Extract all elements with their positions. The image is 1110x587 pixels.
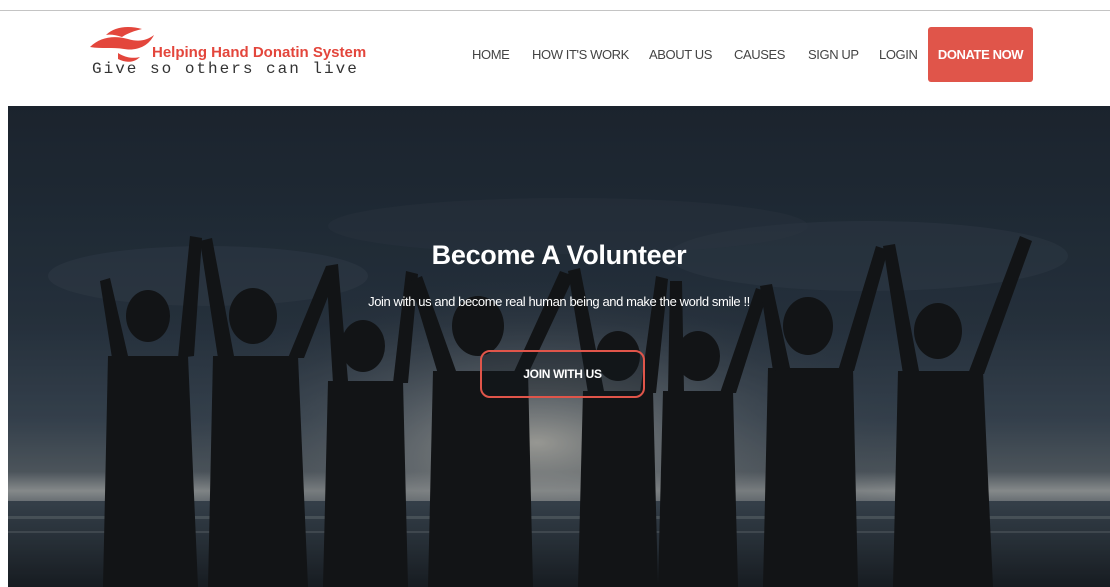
hero-subtitle: Join with us and become real human being… [368, 294, 750, 309]
nav-home[interactable]: HOME [472, 47, 510, 62]
nav-about-us[interactable]: ABOUT US [649, 47, 712, 62]
nav-login[interactable]: LOGIN [879, 47, 918, 62]
nav-causes[interactable]: CAUSES [734, 47, 785, 62]
nav-sign-up[interactable]: SIGN UP [808, 47, 859, 62]
main-nav: HOME HOW IT'S WORK ABOUT US CAUSES SIGN … [0, 11, 1110, 106]
donate-now-button[interactable]: DONATE NOW [928, 27, 1033, 82]
hero-title: Become A Volunteer [431, 240, 687, 270]
navbar: Helping Hand Donatin System Give so othe… [0, 11, 1110, 106]
nav-how-its-work[interactable]: HOW IT'S WORK [532, 47, 629, 62]
join-with-us-button[interactable]: JOIN WITH US [480, 350, 645, 398]
hero-overlay [8, 106, 1110, 587]
hero-section: Become A Volunteer Join with us and beco… [8, 106, 1110, 587]
page: Helping Hand Donatin System Give so othe… [0, 0, 1110, 587]
